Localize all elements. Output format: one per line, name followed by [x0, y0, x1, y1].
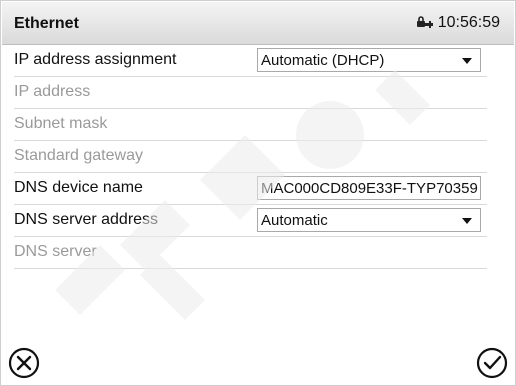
subnet-mask-label: Subnet mask	[14, 115, 108, 132]
status-area: 10:56:59	[416, 14, 500, 32]
network-lock-icon	[416, 16, 433, 28]
row-subnet-mask: Subnet mask	[14, 109, 487, 141]
title-bar: Ethernet 10:56:59	[2, 2, 514, 45]
ip-address-assignment-label: IP address assignment	[14, 51, 177, 68]
row-ip-address: IP address	[14, 77, 487, 109]
row-standard-gateway: Standard gateway	[14, 141, 487, 173]
dns-server-address-value: Automatic	[261, 212, 328, 229]
standard-gateway-label: Standard gateway	[14, 147, 143, 164]
dns-server-address-select[interactable]: Automatic	[257, 208, 481, 232]
row-dns-server-address: DNS server address Automatic	[14, 205, 487, 237]
row-dns-server: DNS server	[14, 237, 487, 269]
ip-address-assignment-value: Automatic (DHCP)	[261, 52, 385, 69]
chevron-down-icon	[462, 218, 472, 224]
page-title: Ethernet	[14, 15, 79, 32]
check-circle-icon[interactable]	[474, 345, 510, 381]
dns-server-label: DNS server	[14, 243, 97, 260]
dns-server-address-label: DNS server address	[14, 211, 159, 228]
dns-device-name-field[interactable]: MAC000CD809E33F-TYP70359	[257, 176, 481, 200]
chevron-down-icon	[462, 58, 472, 64]
clock: 10:56:59	[437, 14, 500, 31]
row-dns-device-name: DNS device name MAC000CD809E33F-TYP70359	[14, 173, 487, 205]
dns-device-name-value: MAC000CD809E33F-TYP70359	[261, 180, 478, 197]
ethernet-dialog: Ethernet 10:56:59 IP address assignment …	[0, 0, 516, 386]
ip-address-label: IP address	[14, 83, 91, 100]
row-ip-address-assignment: IP address assignment Automatic (DHCP)	[14, 45, 487, 77]
dns-device-name-label: DNS device name	[14, 179, 143, 196]
close-circle-icon[interactable]	[6, 345, 42, 381]
ip-address-assignment-select[interactable]: Automatic (DHCP)	[257, 48, 481, 72]
